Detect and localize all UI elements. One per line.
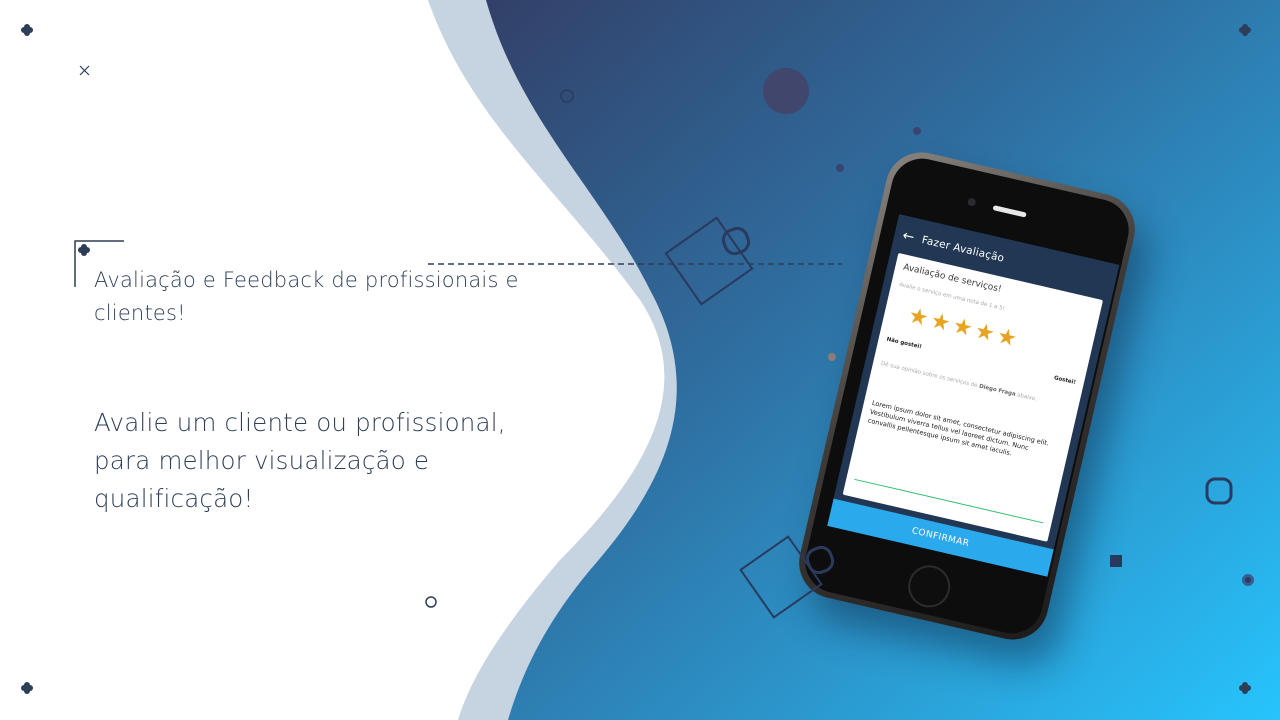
rating-card: Avaliação de serviços! Avalie o serviço …	[842, 252, 1104, 542]
slide-headline: Avaliação e Feedback de profissionais e …	[94, 268, 519, 325]
slide: Avaliação e Feedback de profissionais e …	[0, 0, 1280, 720]
star-icon[interactable]: ★	[928, 308, 953, 337]
decor-dot-1	[913, 127, 921, 135]
star-icon[interactable]: ★	[972, 318, 997, 347]
decor-square-small	[1110, 555, 1122, 567]
opinion-name: Diego Fraga	[978, 383, 1017, 398]
decor-dot-glow-center	[1245, 577, 1251, 583]
arrow-left-icon[interactable]: ←	[893, 226, 924, 248]
slide-subline: Avalie um cliente ou profissional, para …	[94, 408, 506, 513]
decor-dot-3	[828, 353, 836, 361]
decor-dot-2	[836, 164, 844, 172]
rating-high-label: Gostei!	[1053, 375, 1077, 387]
opinion-suffix: abaixo.	[1016, 392, 1038, 403]
rating-low-label: Não gostei!	[885, 336, 923, 351]
decor-circle-big	[763, 68, 809, 114]
opinion-prefix: Dê sua opinião sobre os serviços de	[880, 360, 979, 390]
opinion-prompt: Dê sua opinião sobre os serviços de Dieg…	[880, 360, 1067, 411]
star-icon[interactable]: ★	[950, 313, 975, 342]
comment-textarea[interactable]: Lorem ipsum dolor sit amet, consectetur …	[867, 399, 1050, 466]
star-icon[interactable]: ★	[906, 303, 931, 332]
star-icon[interactable]: ★	[994, 324, 1019, 353]
star-rating[interactable]: ★ ★ ★ ★ ★	[906, 303, 1019, 353]
